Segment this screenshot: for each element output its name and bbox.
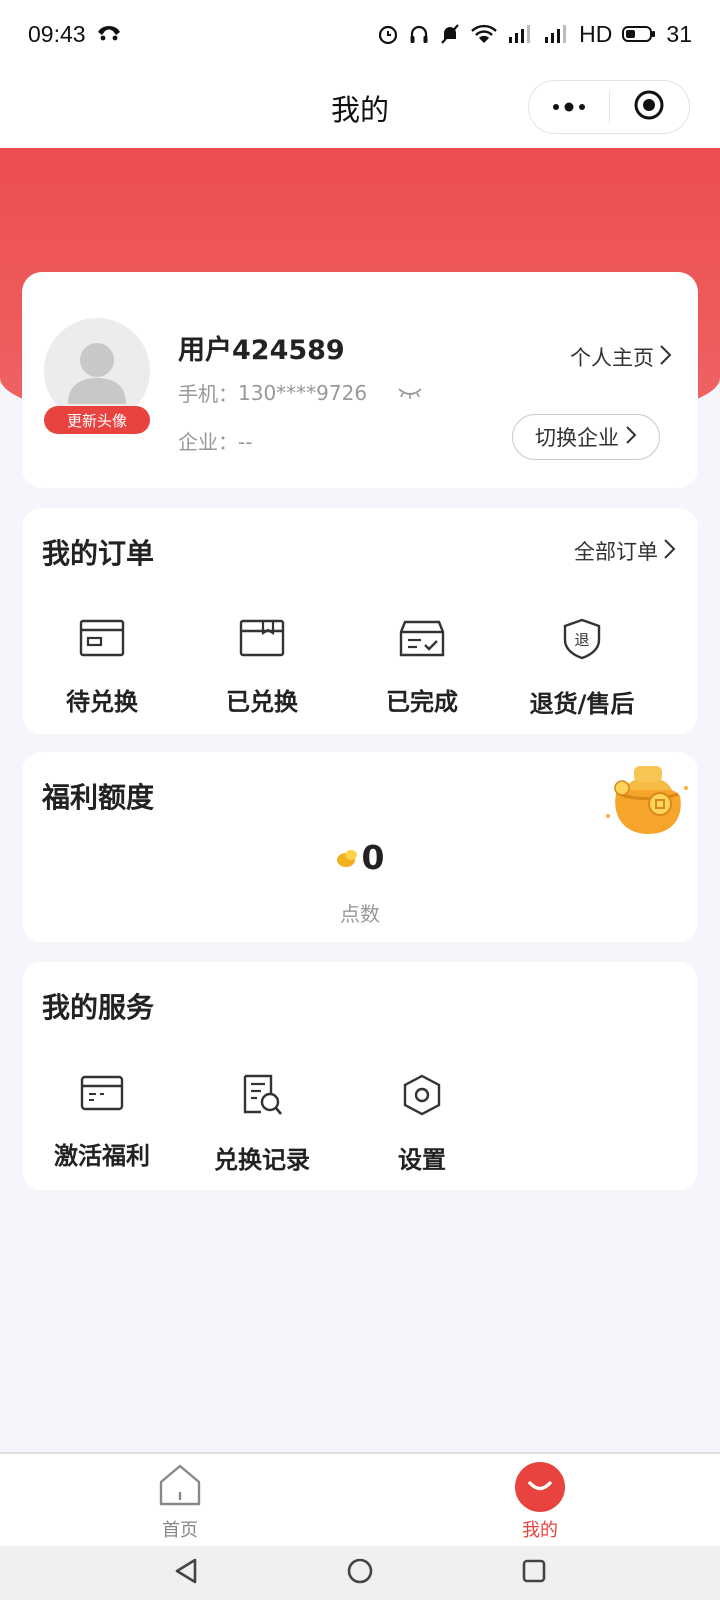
status-bar: 09:43 HD 31 (0, 0, 720, 68)
company-row: 企业：-- (178, 426, 252, 455)
service-settings[interactable]: 设置 (342, 1074, 502, 1175)
wifi-icon (471, 24, 498, 44)
tab-mine-label: 我的 (522, 1520, 558, 1541)
page-title: 我的 (330, 93, 389, 127)
more-menu-button[interactable] (529, 81, 609, 133)
smile-icon (515, 1462, 565, 1512)
points-label: 点数 (340, 902, 380, 926)
svg-text:退: 退 (574, 631, 589, 649)
service-label: 兑换记录 (214, 1146, 310, 1174)
all-orders-link[interactable]: 全部订单 (574, 536, 676, 566)
signal-4g-icon-2 (543, 23, 569, 45)
home-icon (157, 1462, 203, 1512)
activate-card-icon (80, 1074, 124, 1116)
orders-icon-row: 待兑换 已兑换 已完成 退 退货/售后 (22, 618, 698, 719)
my-orders-card: 我的订单 全部订单 待兑换 已兑换 已完成 退 退货/售后 (22, 508, 698, 734)
order-refund-aftersales[interactable]: 退 退货/售后 (502, 618, 662, 719)
refund-shield-icon: 退 (562, 618, 602, 664)
exchanged-box-icon (239, 618, 285, 662)
pending-exchange-icon (79, 618, 125, 662)
update-avatar-button[interactable]: 更新头像 (44, 406, 150, 434)
nav-bar: 我的 (0, 68, 720, 148)
tab-home[interactable]: 首页 (0, 1454, 360, 1546)
money-bag-icon (602, 760, 692, 844)
recents-square-icon[interactable] (521, 1558, 547, 1588)
signal-4g-icon (507, 23, 533, 45)
benefit-title: 福利额度 (42, 781, 155, 814)
back-triangle-icon[interactable] (173, 1557, 199, 1589)
home-circle-icon[interactable] (346, 1557, 374, 1589)
benefit-quota-card: 福利额度 0 点数 (22, 752, 698, 942)
order-pending-exchange[interactable]: 待兑换 (22, 618, 182, 719)
chevron-right-icon (658, 344, 672, 371)
settings-hexagon-icon (402, 1074, 442, 1120)
phone-row: 手机： 130****9726 (178, 378, 423, 407)
chevron-right-icon (662, 538, 676, 565)
orders-title: 我的订单 (42, 537, 155, 570)
personal-homepage-label: 个人主页 (570, 346, 654, 370)
order-status-label: 待兑换 (66, 688, 138, 716)
service-label: 激活福利 (54, 1142, 150, 1170)
coin-icon (336, 838, 360, 877)
chevron-right-icon (625, 425, 637, 450)
company-value: -- (238, 430, 253, 454)
order-status-label: 退货/售后 (529, 690, 635, 718)
mute-bell-icon (439, 23, 461, 45)
order-exchanged[interactable]: 已兑换 (182, 618, 342, 719)
services-title: 我的服务 (42, 991, 155, 1024)
close-mini-program-button[interactable] (610, 81, 690, 133)
phone-call-icon (96, 20, 122, 48)
phone-number: 130****9726 (238, 380, 368, 405)
company-label: 企业： (178, 430, 238, 454)
network-hd-label: HD (579, 20, 613, 47)
service-exchange-records[interactable]: 兑换记录 (182, 1074, 342, 1175)
tab-mine[interactable]: 我的 (360, 1454, 720, 1546)
service-activate-benefit[interactable]: 激活福利 (22, 1074, 182, 1175)
eye-closed-icon[interactable] (397, 381, 423, 405)
order-status-label: 已完成 (386, 688, 458, 716)
personal-homepage-link[interactable]: 个人主页 (570, 342, 672, 372)
more-dots-icon (551, 98, 587, 117)
order-completed[interactable]: 已完成 (342, 618, 502, 719)
status-time: 09:43 (28, 20, 86, 47)
points-value-row: 0 (22, 838, 698, 877)
system-navigation-bar (0, 1546, 720, 1600)
switch-company-label: 切换企业 (535, 426, 619, 450)
target-circle-icon (633, 89, 665, 125)
battery-icon (622, 24, 656, 44)
points-value: 0 (361, 838, 385, 877)
tab-home-label: 首页 (162, 1520, 198, 1541)
order-status-label: 已兑换 (226, 688, 298, 716)
profile-card: 更新头像 用户424589 手机： 130****9726 企业：-- 个人主页… (22, 272, 698, 488)
records-search-icon (241, 1074, 283, 1120)
mini-program-capsule (528, 80, 690, 134)
phone-label: 手机： (178, 382, 238, 406)
service-label: 设置 (398, 1146, 446, 1174)
alarm-icon (377, 23, 399, 45)
battery-level: 31 (666, 20, 692, 47)
completed-box-icon (399, 618, 445, 662)
bottom-tab-bar: 首页 我的 (0, 1452, 720, 1546)
headphones-icon (409, 23, 429, 45)
all-orders-label: 全部订单 (574, 540, 658, 564)
services-icon-row: 激活福利 兑换记录 设置 (22, 1074, 698, 1175)
my-services-card: 我的服务 激活福利 兑换记录 设置 (22, 962, 698, 1190)
switch-company-button[interactable]: 切换企业 (512, 414, 660, 460)
user-name: 用户424589 (178, 335, 345, 366)
